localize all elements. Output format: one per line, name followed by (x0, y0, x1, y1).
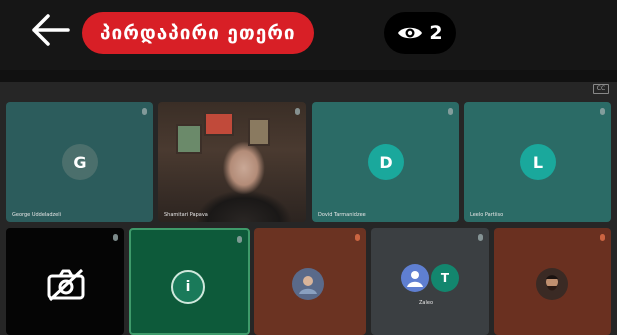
mic-icon (237, 236, 242, 243)
avatar: T (431, 264, 459, 292)
participant-tile[interactable]: T Zaleo (371, 228, 489, 335)
participant-tile[interactable] (494, 228, 611, 335)
user-icon (407, 271, 423, 287)
participant-name: George Uddeladzeli (12, 212, 62, 218)
participant-name: Shamitari Papava (164, 212, 208, 218)
back-arrow-icon (32, 14, 70, 46)
viewer-count-badge[interactable]: 2 (384, 12, 456, 54)
eye-icon (398, 27, 423, 39)
live-label: პირდაპირი ეთერი (100, 22, 296, 44)
mic-icon (295, 108, 300, 115)
user-photo-icon (299, 276, 317, 294)
user-photo-icon (546, 275, 558, 291)
mic-icon (355, 234, 360, 241)
mic-icon (478, 234, 483, 241)
participant-tile-active-speaker[interactable]: i (129, 228, 250, 335)
participant-tile[interactable] (254, 228, 366, 335)
participant-name: Leelo Partiiso (470, 212, 504, 218)
mic-icon (448, 108, 453, 115)
viewer-count: 2 (429, 22, 443, 44)
mic-icon (600, 108, 605, 115)
top-bar: პირდაპირი ეთერი 2 (0, 0, 617, 70)
participant-tile-video[interactable]: Shamitari Papava (158, 102, 306, 222)
participant-tile[interactable]: D Dovid Tarmanidzee (312, 102, 459, 222)
avatar: G (62, 144, 98, 180)
avatar (536, 268, 568, 300)
back-button[interactable] (28, 12, 72, 48)
live-badge: პირდაპირი ეთერი (82, 12, 314, 54)
avatar (401, 264, 429, 292)
avatar (292, 268, 324, 300)
participant-tile[interactable]: L Leelo Partiiso (464, 102, 611, 222)
participant-tile[interactable]: G George Uddeladzeli (6, 102, 153, 222)
mic-icon (142, 108, 147, 115)
avatar: L (520, 144, 556, 180)
mic-icon (600, 234, 605, 241)
participant-name: Zaleo (419, 300, 434, 306)
video-feed (158, 102, 306, 222)
mic-icon (113, 234, 118, 241)
participant-tile-camera-off[interactable] (6, 228, 124, 335)
captions-icon[interactable]: CC (593, 84, 609, 94)
participant-name: Dovid Tarmanidzee (318, 212, 366, 218)
avatar: i (171, 270, 205, 304)
camera-off-icon (47, 268, 85, 302)
avatar: D (368, 144, 404, 180)
